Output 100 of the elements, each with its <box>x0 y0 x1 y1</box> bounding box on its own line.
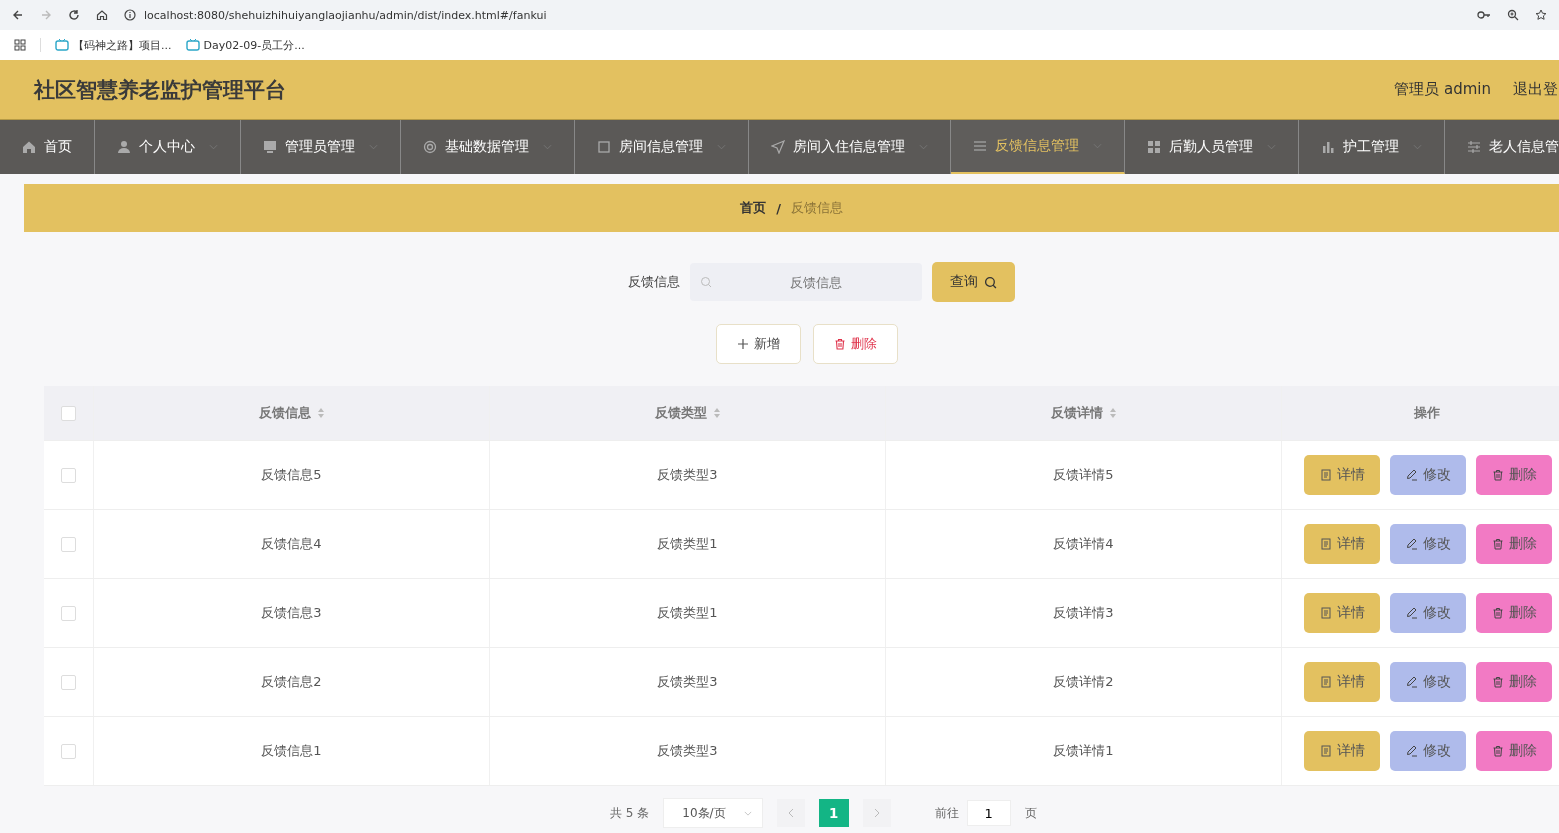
table-cell: 反馈类型3 <box>657 673 718 691</box>
row-checkbox[interactable] <box>61 605 76 621</box>
edit-button[interactable]: 修改 <box>1390 662 1466 702</box>
forward-icon[interactable] <box>40 9 52 21</box>
detail-button[interactable]: 详情 <box>1304 455 1380 495</box>
pencil-icon <box>1405 607 1418 619</box>
table-cell: 反馈详情1 <box>1053 742 1114 760</box>
page-size-select[interactable]: 10条/页 <box>663 798 763 828</box>
search-field[interactable]: 反馈信息 <box>690 263 922 301</box>
previous-page-button[interactable] <box>776 799 805 827</box>
add-button[interactable]: 新增 <box>715 324 801 364</box>
table-cell: 反馈详情4 <box>1053 535 1114 553</box>
breadcrumb-current[interactable]: 反馈信息 <box>790 199 843 217</box>
search-button[interactable]: 查询 <box>932 262 1015 302</box>
zoom-icon[interactable] <box>1507 9 1519 21</box>
chevron-right-icon <box>873 808 880 818</box>
key-icon[interactable] <box>1477 9 1491 21</box>
caret-icon <box>543 144 552 150</box>
next-page-button[interactable] <box>862 799 891 827</box>
logout-link[interactable]: 退出登 <box>1513 80 1559 99</box>
trash-icon <box>1491 538 1504 550</box>
row-checkbox[interactable] <box>61 467 76 483</box>
breadcrumb-separator: / <box>776 200 781 216</box>
column-header: 反馈信息 <box>258 404 311 422</box>
nav-menu-item[interactable]: 首页 <box>0 120 95 174</box>
column-header: 反馈详情 <box>1050 404 1103 422</box>
user-icon <box>117 140 131 154</box>
table-cell: 反馈信息2 <box>261 673 322 691</box>
delete-button[interactable]: 删除 <box>812 324 898 364</box>
bookmark[interactable]: 【码神之路】项目... <box>55 37 172 53</box>
detail-button[interactable]: 详情 <box>1304 662 1380 702</box>
monitor-icon <box>263 140 277 154</box>
chevron-left-icon <box>787 808 794 818</box>
apps-icon[interactable] <box>14 39 26 51</box>
column-header: 操作 <box>1414 404 1440 422</box>
search-icon <box>984 275 997 289</box>
edit-button[interactable]: 修改 <box>1390 524 1466 564</box>
trash-icon <box>1491 469 1504 481</box>
total-count: 共 5 条 <box>610 804 650 822</box>
bookmark[interactable]: Day02-09-员工分... <box>185 37 305 53</box>
document-icon <box>1319 469 1332 481</box>
row-checkbox[interactable] <box>61 674 76 690</box>
document-icon <box>1319 676 1332 688</box>
nav-menu-item[interactable]: 管理员管理 <box>241 120 401 174</box>
page-unit-label: 页 <box>1024 804 1037 822</box>
table-cell: 反馈信息3 <box>261 604 322 622</box>
caret-icon <box>209 144 218 150</box>
caret-icon <box>717 144 726 150</box>
nav-menu-item[interactable]: 房间信息管理 <box>575 120 749 174</box>
pencil-icon <box>1405 469 1418 481</box>
tv-icon <box>185 39 200 51</box>
delete-button[interactable]: 删除 <box>1476 731 1552 771</box>
document-icon <box>1319 538 1332 550</box>
home-icon[interactable] <box>96 9 108 21</box>
nav-menu-item[interactable]: 基础数据管理 <box>401 120 575 174</box>
sort-icon[interactable] <box>1108 407 1117 419</box>
edit-button[interactable]: 修改 <box>1390 593 1466 633</box>
ring-icon <box>423 140 437 154</box>
trash-icon <box>1491 745 1504 757</box>
nav-menu-item[interactable]: 护工管理 <box>1299 120 1445 174</box>
delete-button[interactable]: 删除 <box>1476 662 1552 702</box>
trash-icon <box>1491 607 1504 619</box>
sort-icon[interactable] <box>712 407 721 419</box>
table-cell: 反馈类型1 <box>657 535 718 553</box>
nav-menu-item[interactable]: 后勤人员管理 <box>1125 120 1299 174</box>
row-checkbox[interactable] <box>61 743 76 759</box>
edit-button[interactable]: 修改 <box>1390 731 1466 771</box>
goto-label: 前往 <box>934 804 959 822</box>
address-bar[interactable]: localhost:8080/shehuizhihuiyanglaojianhu/admin/dist/index.html#/fankui <box>144 8 547 22</box>
page-button[interactable]: 1 <box>818 799 849 827</box>
grid-icon <box>1147 140 1161 154</box>
info-icon <box>124 9 136 21</box>
star-icon[interactable] <box>1535 9 1547 21</box>
back-icon[interactable] <box>12 9 24 21</box>
nav-menu-item[interactable]: 反馈信息管理 <box>951 120 1125 174</box>
caret-icon <box>743 810 752 816</box>
select-all-checkbox[interactable] <box>61 405 76 421</box>
nav-menu-item[interactable]: 老人信息管 <box>1445 120 1559 174</box>
detail-button[interactable]: 详情 <box>1304 731 1380 771</box>
detail-button[interactable]: 详情 <box>1304 524 1380 564</box>
page-input[interactable]: 1 <box>966 800 1011 826</box>
row-checkbox[interactable] <box>61 536 76 552</box>
pencil-icon <box>1405 745 1418 757</box>
edit-button[interactable]: 修改 <box>1390 455 1466 495</box>
delete-button[interactable]: 删除 <box>1476 593 1552 633</box>
delete-button[interactable]: 删除 <box>1476 524 1552 564</box>
bars-icon <box>1321 140 1335 154</box>
detail-button[interactable]: 详情 <box>1304 593 1380 633</box>
reload-icon[interactable] <box>68 9 80 21</box>
caret-icon <box>369 144 378 150</box>
app-title: 社区智慧养老监护管理平台 <box>34 76 286 104</box>
caret-icon <box>1413 144 1422 150</box>
caret-icon <box>919 144 928 150</box>
table-cell: 反馈详情2 <box>1053 673 1114 691</box>
table-cell: 反馈信息5 <box>261 466 322 484</box>
nav-menu-item[interactable]: 个人中心 <box>95 120 241 174</box>
sort-icon[interactable] <box>316 407 325 419</box>
table-cell: 反馈类型3 <box>657 466 718 484</box>
delete-button[interactable]: 删除 <box>1476 455 1552 495</box>
breadcrumb-link[interactable]: 首页 <box>740 199 767 217</box>
